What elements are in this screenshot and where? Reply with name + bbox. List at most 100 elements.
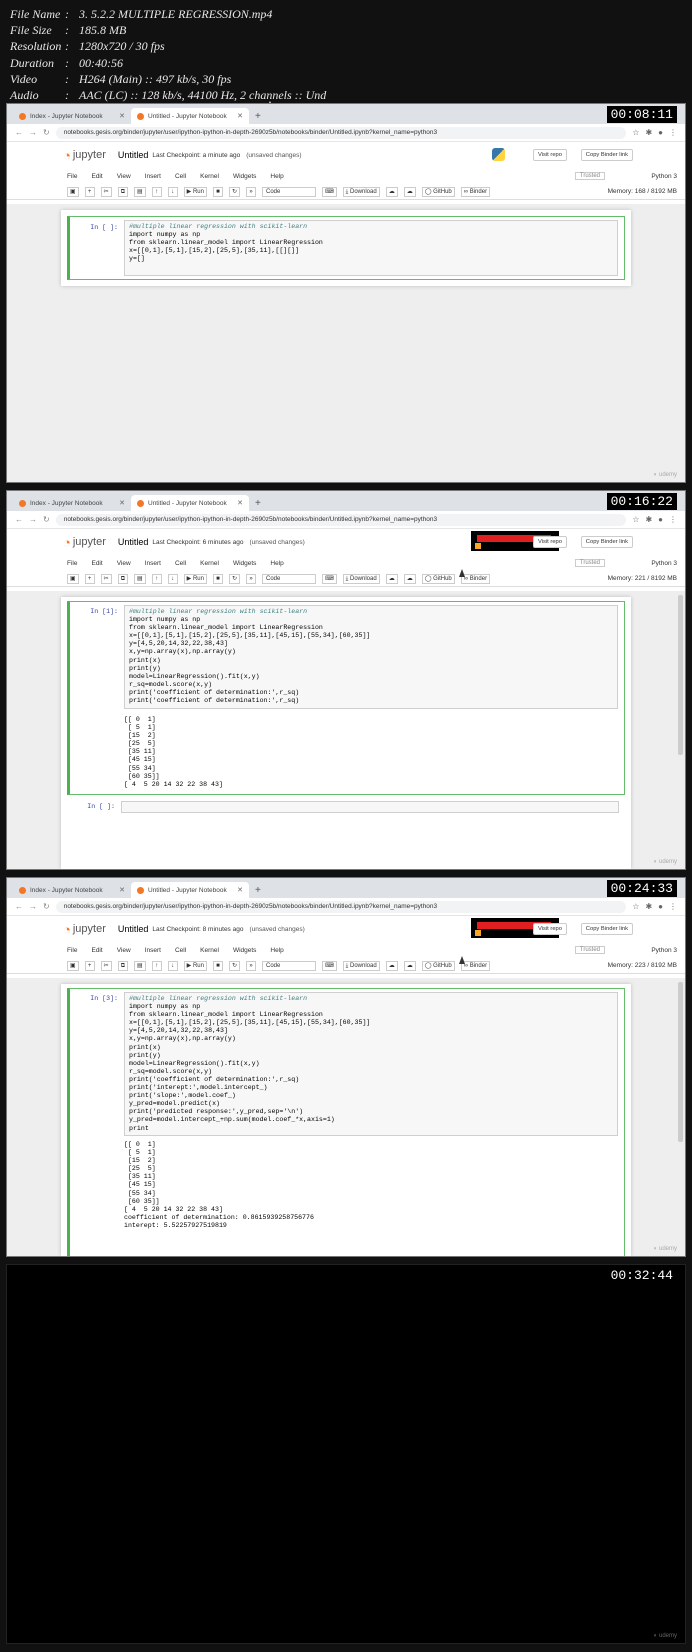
- fast-forward-icon[interactable]: »: [246, 573, 256, 584]
- save-icon[interactable]: ▣: [67, 186, 79, 197]
- code-editor[interactable]: [121, 801, 619, 813]
- profile-icon[interactable]: ●: [658, 515, 663, 524]
- github-button[interactable]: ◯ GitHub: [421, 573, 455, 584]
- move-down-icon[interactable]: ↓: [167, 186, 178, 197]
- tab-index[interactable]: Index - Jupyter Notebook ✕: [13, 495, 131, 511]
- menu-widgets[interactable]: Widgets: [233, 560, 256, 567]
- close-icon[interactable]: ✕: [119, 499, 125, 507]
- download-button[interactable]: ⤓ Download: [342, 186, 380, 197]
- github-button[interactable]: ◯ GitHub: [421, 960, 455, 971]
- menu-cell[interactable]: Cell: [175, 173, 186, 180]
- scrollbar[interactable]: [678, 982, 683, 1142]
- notebook-title[interactable]: Untitled: [118, 150, 149, 160]
- menu-file[interactable]: File: [67, 560, 77, 567]
- move-down-icon[interactable]: ↓: [167, 573, 178, 584]
- back-icon[interactable]: ←: [15, 515, 23, 524]
- cut-icon[interactable]: ✂: [100, 960, 112, 971]
- copy-binder-link-button[interactable]: Copy Binder link: [580, 536, 633, 548]
- download-button[interactable]: ⤓ Download: [342, 573, 380, 584]
- restart-icon[interactable]: ↻: [228, 573, 240, 584]
- notebook-title[interactable]: Untitled: [118, 537, 149, 547]
- paste-icon[interactable]: ▤: [134, 573, 146, 584]
- github-button[interactable]: ◯ GitHub: [421, 186, 455, 197]
- close-icon[interactable]: ✕: [119, 886, 125, 894]
- menu-insert[interactable]: Insert: [145, 947, 161, 954]
- star-icon[interactable]: ☆: [632, 128, 639, 137]
- menu-file[interactable]: File: [67, 173, 77, 180]
- download-button[interactable]: ⤓ Download: [342, 960, 380, 971]
- visit-repo-button[interactable]: Visit repo: [532, 923, 567, 935]
- cloud-download-icon[interactable]: ☁: [403, 573, 416, 584]
- star-icon[interactable]: ☆: [632, 515, 639, 524]
- cut-icon[interactable]: ✂: [100, 186, 112, 197]
- copy-binder-link-button[interactable]: Copy Binder link: [580, 923, 633, 935]
- save-icon[interactable]: ▣: [67, 573, 79, 584]
- close-icon[interactable]: ✕: [237, 886, 243, 894]
- menu-file[interactable]: File: [67, 947, 77, 954]
- copy-icon[interactable]: ⧉: [117, 960, 128, 971]
- run-button[interactable]: ▶ Run: [183, 186, 207, 197]
- paste-icon[interactable]: ▤: [134, 186, 146, 197]
- tab-index[interactable]: Index - Jupyter Notebook ✕: [13, 882, 131, 898]
- trusted-badge[interactable]: Trusted: [574, 559, 605, 567]
- copy-icon[interactable]: ⧉: [117, 186, 128, 197]
- menu-edit[interactable]: Edit: [91, 560, 102, 567]
- copy-binder-link-button[interactable]: Copy Binder link: [580, 149, 633, 161]
- stop-icon[interactable]: ■: [212, 960, 223, 971]
- cloud-download-icon[interactable]: ☁: [403, 960, 416, 971]
- code-editor[interactable]: #multiple linear regression with scikit-…: [124, 605, 618, 709]
- tab-untitled[interactable]: Untitled - Jupyter Notebook ✕: [131, 495, 249, 511]
- cell-type-select[interactable]: Code: [262, 960, 316, 971]
- add-cell-icon[interactable]: +: [84, 960, 95, 971]
- menu-view[interactable]: View: [117, 173, 131, 180]
- reload-icon[interactable]: ↻: [43, 515, 50, 524]
- menu-kernel[interactable]: Kernel: [200, 560, 219, 567]
- keyboard-icon[interactable]: ⌨: [322, 960, 337, 971]
- code-cell[interactable]: In [ ]: #multiple linear regression with…: [67, 216, 625, 280]
- profile-icon[interactable]: ●: [658, 128, 663, 137]
- copy-icon[interactable]: ⧉: [117, 573, 128, 584]
- new-tab-button[interactable]: +: [249, 885, 267, 898]
- tab-index[interactable]: Index - Jupyter Notebook ✕: [13, 108, 131, 124]
- keyboard-icon[interactable]: ⌨: [322, 573, 337, 584]
- move-down-icon[interactable]: ↓: [167, 960, 178, 971]
- stop-icon[interactable]: ■: [212, 573, 223, 584]
- add-cell-icon[interactable]: +: [84, 186, 95, 197]
- menu-insert[interactable]: Insert: [145, 173, 161, 180]
- menu-cell[interactable]: Cell: [175, 560, 186, 567]
- close-icon[interactable]: ✕: [237, 499, 243, 507]
- trusted-badge[interactable]: Trusted: [574, 946, 605, 954]
- menu-icon[interactable]: ⋮: [669, 515, 677, 524]
- save-icon[interactable]: ▣: [67, 960, 79, 971]
- menu-kernel[interactable]: Kernel: [200, 947, 219, 954]
- menu-widgets[interactable]: Widgets: [233, 947, 256, 954]
- tab-untitled[interactable]: Untitled - Jupyter Notebook ✕: [131, 882, 249, 898]
- cloud-upload-icon[interactable]: ☁: [385, 960, 398, 971]
- paste-icon[interactable]: ▤: [134, 960, 146, 971]
- cloud-upload-icon[interactable]: ☁: [385, 186, 398, 197]
- url-input[interactable]: notebooks.gesis.org/binder/jupyter/user/…: [55, 126, 627, 139]
- fast-forward-icon[interactable]: »: [246, 960, 256, 971]
- menu-cell[interactable]: Cell: [175, 947, 186, 954]
- trusted-badge[interactable]: Trusted: [574, 172, 605, 180]
- extensions-icon[interactable]: ✱: [645, 515, 652, 524]
- fast-forward-icon[interactable]: »: [246, 186, 256, 197]
- add-cell-icon[interactable]: +: [84, 573, 95, 584]
- cloud-upload-icon[interactable]: ☁: [385, 573, 398, 584]
- menu-icon[interactable]: ⋮: [669, 902, 677, 911]
- code-editor[interactable]: #multiple linear regression with scikit-…: [124, 992, 618, 1136]
- new-tab-button[interactable]: +: [249, 498, 267, 511]
- run-button[interactable]: ▶ Run: [183, 960, 207, 971]
- move-up-icon[interactable]: ↑: [151, 186, 162, 197]
- cell-type-select[interactable]: Code: [262, 573, 316, 584]
- menu-help[interactable]: Help: [270, 947, 283, 954]
- menu-icon[interactable]: ⋮: [669, 128, 677, 137]
- close-icon[interactable]: ✕: [119, 112, 125, 120]
- run-button[interactable]: ▶ Run: [183, 573, 207, 584]
- stop-icon[interactable]: ■: [212, 186, 223, 197]
- menu-edit[interactable]: Edit: [91, 947, 102, 954]
- code-cell[interactable]: In [1]: #multiple linear regression with…: [67, 601, 625, 795]
- keyboard-icon[interactable]: ⌨: [322, 186, 337, 197]
- menu-view[interactable]: View: [117, 947, 131, 954]
- restart-icon[interactable]: ↻: [228, 960, 240, 971]
